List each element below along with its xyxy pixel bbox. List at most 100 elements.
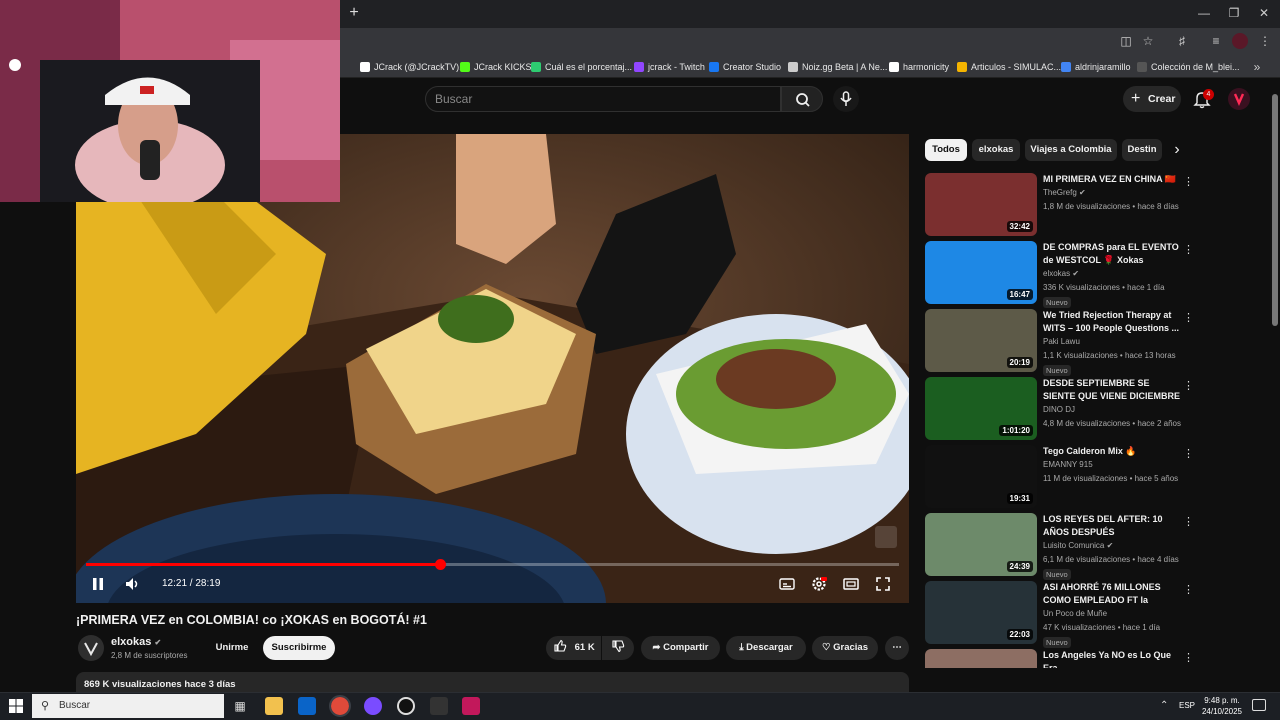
subtitles-button[interactable] — [778, 575, 796, 593]
share-button[interactable]: ➦ Compartir — [641, 636, 720, 660]
restore-button[interactable]: ❐ — [1220, 4, 1248, 22]
filter-chip[interactable]: elxokas — [972, 139, 1020, 161]
recommended-video[interactable]: 16:47 DE COMPRAS para EL EVENTO de WESTCO… — [925, 241, 1275, 309]
video-thumbnail[interactable]: 16:47 — [925, 241, 1037, 304]
video-channel[interactable]: EMANNY 915 — [1043, 460, 1093, 470]
recommended-video[interactable]: 24:39 LOS REYES DEL AFTER: 10 AÑOS DESPUÉ… — [925, 513, 1275, 581]
windows-start-button[interactable] — [8, 698, 24, 714]
obs-icon[interactable] — [397, 697, 415, 715]
video-title[interactable]: Los Angeles Ya NO es Lo Que Era... — [1043, 649, 1181, 668]
minimize-button[interactable]: — — [1190, 4, 1218, 22]
video-title[interactable]: LOS REYES DEL AFTER: 10 AÑOS DESPUÉS — [1043, 513, 1181, 538]
channel-name[interactable]: elxokas ✔ — [111, 636, 161, 649]
bookmark-item[interactable]: JCrack KICKS — [460, 59, 532, 75]
filter-chip[interactable]: Destin — [1122, 139, 1162, 161]
bookmark-item[interactable]: Articulos - SIMULAC... — [957, 59, 1061, 75]
more-options-icon[interactable]: ⋮ — [1183, 311, 1194, 325]
tray-chevron-icon[interactable]: ⌃ — [1160, 700, 1168, 711]
recommended-video[interactable]: 19:31 Tego Calderon Mix 🔥 EMANNY 915 11 M d… — [925, 445, 1275, 513]
bookmark-star-icon[interactable]: ☆ — [1140, 33, 1156, 49]
video-thumbnail[interactable]: 20:19 — [925, 309, 1037, 372]
more-bookmarks-icon[interactable]: » — [1249, 59, 1265, 75]
video-player[interactable] — [76, 134, 909, 603]
video-channel[interactable]: Luisito Comunica ✔ — [1043, 541, 1113, 551]
bookmark-item[interactable]: jcrack - Twitch — [634, 59, 705, 75]
video-thumbnail[interactable]: 1:01:20 — [925, 377, 1037, 440]
volume-button[interactable] — [123, 575, 141, 593]
create-button[interactable]: + Crear — [1123, 86, 1181, 112]
pause-button[interactable] — [89, 575, 107, 593]
outlook-icon[interactable] — [298, 697, 316, 715]
video-title[interactable]: We Tried Rejection Therapy at WITS – 100… — [1043, 309, 1181, 334]
voice-search-button[interactable] — [833, 86, 859, 112]
recommended-video[interactable]: 1:01:20 DESDE SEPTIEMBRE SE SIENTE QUE VI… — [925, 377, 1275, 445]
channel-watermark-icon[interactable] — [875, 526, 897, 548]
subscribe-button[interactable]: Suscribirme — [263, 636, 335, 660]
chrome-icon[interactable] — [329, 695, 351, 717]
search-button[interactable] — [781, 86, 823, 112]
extensions-icon[interactable]: ♯ — [1174, 33, 1190, 49]
more-options-icon[interactable]: ⋮ — [1183, 583, 1194, 597]
close-window-button[interactable]: ✕ — [1250, 4, 1278, 22]
video-thumbnail[interactable] — [925, 649, 1037, 668]
language-indicator[interactable]: ESP — [1179, 701, 1195, 710]
bookmark-item[interactable]: Colección de M_blei... — [1137, 59, 1240, 75]
more-actions-button[interactable]: ⋯ — [885, 636, 909, 660]
account-avatar[interactable] — [1228, 88, 1250, 110]
video-title[interactable]: MI PRIMERA VEZ EN CHINA 🇨🇳 — [1043, 173, 1181, 186]
recommended-video[interactable]: 20:19 We Tried Rejection Therapy at WITS … — [925, 309, 1275, 377]
dislike-button[interactable] — [602, 636, 634, 660]
more-options-icon[interactable]: ⋮ — [1183, 515, 1194, 529]
chips-next-icon[interactable]: › — [1168, 141, 1186, 159]
video-thumbnail[interactable]: 22:03 — [925, 581, 1037, 644]
recommended-video[interactable]: 32:42 MI PRIMERA VEZ EN CHINA 🇨🇳 TheGrefg … — [925, 173, 1275, 241]
video-title[interactable]: DE COMPRAS para EL EVENTO de WESTCOL 🌹 X… — [1043, 241, 1181, 266]
taskbar-search[interactable]: ⚲ Buscar — [32, 694, 224, 718]
premiere-icon[interactable] — [462, 697, 480, 715]
settings-button[interactable] — [810, 575, 828, 593]
cast-icon[interactable]: ◫ — [1118, 33, 1134, 49]
profile-icon[interactable] — [1232, 33, 1248, 49]
task-view-icon[interactable]: ▦ — [231, 697, 249, 715]
recommended-video[interactable]: Los Angeles Ya NO es Lo Que Era... ⋮ — [925, 649, 1275, 668]
filter-chip[interactable]: Viajes a Colombia — [1025, 139, 1117, 161]
notifications-center-icon[interactable] — [1252, 699, 1266, 711]
bookmark-item[interactable]: Cuál es el porcentaj... — [531, 59, 632, 75]
more-options-icon[interactable]: ⋮ — [1183, 379, 1194, 393]
bookmark-item[interactable]: Noiz.gg Beta | A Ne... — [788, 59, 887, 75]
theater-mode-button[interactable] — [842, 575, 860, 593]
search-input[interactable]: Buscar — [425, 86, 781, 112]
video-channel[interactable]: elxokas ✔ — [1043, 269, 1079, 279]
video-thumbnail[interactable]: 24:39 — [925, 513, 1037, 576]
bookmark-item[interactable]: aldrinjaramillo — [1061, 59, 1131, 75]
file-explorer-icon[interactable] — [265, 697, 283, 715]
more-options-icon[interactable]: ⋮ — [1183, 243, 1194, 257]
discord-icon[interactable] — [364, 697, 382, 715]
recommended-video[interactable]: 22:03 ASI AHORRÉ 76 MILLONES COMO EMPLEAD… — [925, 581, 1275, 649]
fullscreen-button[interactable] — [874, 575, 892, 593]
video-channel[interactable]: TheGrefg ✔ — [1043, 188, 1086, 198]
media-controls-icon[interactable]: ≡ — [1208, 33, 1224, 49]
thanks-button[interactable]: ♡ Gracias — [812, 636, 878, 660]
taskbar-clock[interactable]: 9:48 p. m. 24/10/2025 — [1196, 695, 1248, 717]
filter-chip[interactable]: Todos — [925, 139, 967, 161]
channel-avatar[interactable] — [78, 635, 104, 661]
bookmark-item[interactable]: harmonicity — [889, 59, 949, 75]
join-button[interactable]: Unirme — [206, 636, 258, 660]
scrollbar[interactable] — [1272, 94, 1278, 326]
more-options-icon[interactable]: ⋮ — [1183, 175, 1194, 189]
like-button[interactable]: 61 K — [546, 636, 601, 660]
video-channel[interactable]: Paki Lawu — [1043, 337, 1080, 347]
video-title[interactable]: Tego Calderon Mix 🔥 — [1043, 445, 1181, 458]
browser-menu-icon[interactable]: ⋮ — [1257, 33, 1273, 49]
download-button[interactable]: ⤓ Descargar — [726, 636, 806, 660]
video-channel[interactable]: DINO DJ — [1043, 405, 1075, 415]
video-title[interactable]: DESDE SEPTIEMBRE SE SIENTE QUE VIENE DIC… — [1043, 377, 1181, 402]
video-thumbnail[interactable]: 19:31 — [925, 445, 1037, 508]
bookmark-item[interactable]: Creator Studio — [709, 59, 781, 75]
bookmark-item[interactable]: JCrack (@JCrackTV)... — [360, 59, 467, 75]
video-thumbnail[interactable]: 32:42 — [925, 173, 1037, 236]
video-channel[interactable]: Un Poco de Muñe — [1043, 609, 1107, 619]
new-tab-button[interactable]: + — [346, 5, 362, 21]
more-options-icon[interactable]: ⋮ — [1183, 447, 1194, 461]
